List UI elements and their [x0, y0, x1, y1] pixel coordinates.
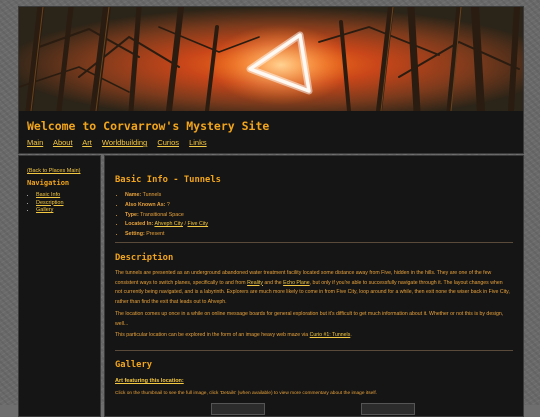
name-value: Tunnels [142, 192, 162, 198]
sidebar-item-gallery[interactable]: Gallery [36, 207, 53, 213]
text: and the [262, 279, 284, 286]
sidebar-item-basic-info[interactable]: Basic Info [36, 192, 60, 198]
forest-triangle-banner [19, 7, 523, 111]
setting-label: Setting: [125, 231, 145, 238]
gallery-note: Click on the thumbnail to see the full i… [115, 391, 378, 396]
nav-link-main[interactable]: Main [27, 138, 43, 147]
echo-plane-link[interactable]: Echo Plane [283, 280, 310, 286]
description-paragraph-2: The location comes up once in a while on… [115, 311, 504, 327]
basic-info-title: Basic Info - Tunnels [115, 175, 221, 185]
gallery-title: Gallery [115, 360, 153, 370]
description-title: Description [115, 253, 174, 263]
nav-link-worldbuilding[interactable]: Worldbuilding [102, 138, 147, 147]
back-to-places-link[interactable]: (Back to Places Main) [27, 168, 81, 174]
nav-link-curios[interactable]: Curios [157, 138, 179, 147]
type-value: Transitional Space [140, 211, 184, 218]
divider [115, 242, 513, 243]
site-title: Welcome to Corvarrow's Mystery Site [27, 119, 270, 133]
ahveph-city-link[interactable]: Ahveph City [154, 221, 183, 227]
reality-link[interactable]: Reality [247, 280, 263, 286]
list-item: Located In: Ahveph City / Five City [125, 220, 208, 230]
nav-link-links[interactable]: Links [189, 138, 207, 147]
curio-tunnels-link[interactable]: Curio #1: Tunnels [310, 332, 351, 338]
type-label: Type: [125, 211, 139, 218]
aka-label: Also Known As: [125, 201, 166, 208]
description-paragraph-1: The tunnels are presented as an undergro… [115, 269, 511, 307]
sidebar: (Back to Places Main) Navigation Basic I… [18, 155, 101, 417]
setting-value: Present [146, 231, 165, 238]
located-separator: / [184, 221, 186, 228]
top-nav: Main About Art Worldbuilding Curios Link… [27, 138, 215, 147]
main-content: Basic Info - Tunnels Name: Tunnels Also … [104, 155, 524, 417]
sidebar-heading: Navigation [27, 179, 70, 187]
divider [115, 350, 513, 351]
art-featuring-heading: Art featuring this location: [115, 378, 184, 384]
list-item: Name: Tunnels [125, 191, 208, 201]
basic-info-list: Name: Tunnels Also Known As: ? Type: Tra… [115, 191, 208, 240]
nav-link-art[interactable]: Art [82, 138, 92, 147]
nav-link-about[interactable]: About [53, 138, 73, 147]
name-label: Name: [125, 192, 142, 198]
list-item: Description [36, 200, 64, 208]
list-item: Type: Transitional Space [125, 211, 208, 221]
list-item: Setting: Present [125, 230, 208, 240]
site-header: Welcome to Corvarrow's Mystery Site Main… [18, 6, 524, 154]
located-label: Located In: [125, 221, 154, 228]
list-item: Also Known As: ? [125, 201, 208, 211]
text: . [350, 332, 352, 338]
sidebar-nav-list: Basic Info Description Gallery [26, 192, 64, 215]
sidebar-item-description[interactable]: Description [36, 200, 64, 206]
five-city-link[interactable]: Five City [187, 221, 208, 227]
description-paragraph-3: This particular location can be explored… [115, 331, 511, 341]
list-item: Basic Info [36, 192, 64, 200]
text: This particular location can be explored… [115, 332, 310, 338]
list-item: Gallery [36, 207, 64, 215]
aka-value: ? [166, 201, 170, 208]
